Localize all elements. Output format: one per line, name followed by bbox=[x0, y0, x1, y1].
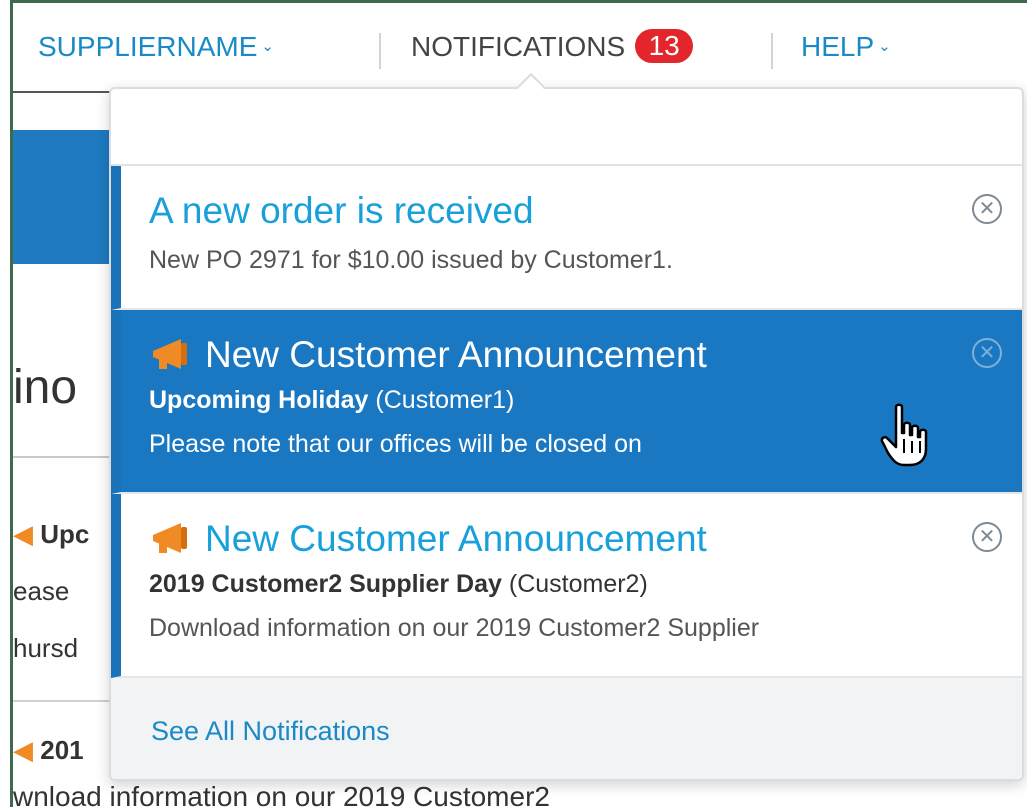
dismiss-notification-button[interactable]: ✕ bbox=[972, 194, 1002, 224]
background-list-item-title: 201 bbox=[40, 735, 84, 765]
notifications-menu-label: NOTIFICATIONS bbox=[411, 31, 626, 62]
close-icon: ✕ bbox=[978, 342, 996, 364]
background-blue-tile bbox=[13, 130, 123, 264]
nav-separator bbox=[379, 33, 381, 69]
notifications-menu[interactable]: NOTIFICATIONS 13 bbox=[411, 29, 694, 65]
megaphone-icon: ◀ bbox=[13, 519, 33, 549]
notifications-count-badge: 13 bbox=[635, 29, 694, 63]
notification-title: A new order is received bbox=[149, 190, 534, 231]
hand-cursor-icon bbox=[880, 403, 928, 467]
see-all-notifications-link[interactable]: See All Notifications bbox=[151, 714, 390, 748]
close-icon: ✕ bbox=[978, 198, 996, 220]
megaphone-icon bbox=[153, 339, 187, 369]
top-navigation: SUPPLIERNAME ⌄ NOTIFICATIONS 13 HELP ⌄ bbox=[13, 3, 1027, 93]
notification-title: New Customer Announcement bbox=[149, 334, 707, 376]
background-list-item: ◀ 201 bbox=[13, 732, 123, 768]
close-icon: ✕ bbox=[978, 526, 996, 548]
notification-subject: 2019 Customer2 Supplier Day (Customer2) bbox=[149, 570, 648, 598]
notification-body: New PO 2971 for $10.00 issued by Custome… bbox=[149, 246, 673, 274]
background-list-item-title: Upc bbox=[40, 519, 90, 549]
dropdown-footer: See All Notifications bbox=[111, 678, 1022, 779]
help-menu[interactable]: HELP ⌄ bbox=[801, 29, 891, 65]
header-underline bbox=[13, 91, 113, 93]
megaphone-icon: ◀ bbox=[13, 735, 33, 765]
background-list-item-text: hursd bbox=[13, 633, 79, 663]
supplier-menu[interactable]: SUPPLIERNAME ⌄ bbox=[38, 29, 274, 65]
supplier-menu-label: SUPPLIERNAME bbox=[38, 31, 258, 62]
notification-item[interactable]: A new order is received New PO 2971 for … bbox=[111, 166, 1022, 310]
dismiss-notification-button[interactable]: ✕ bbox=[972, 338, 1002, 368]
nav-separator bbox=[771, 33, 773, 69]
background-bottom-text: wnload information on our 2019 Customer2 bbox=[13, 782, 550, 807]
background-list-item: ◀ Upc bbox=[13, 516, 123, 552]
chevron-down-icon: ⌄ bbox=[878, 38, 891, 55]
megaphone-icon bbox=[153, 523, 187, 553]
background-heading: ino bbox=[13, 361, 78, 414]
notification-title: New Customer Announcement bbox=[149, 518, 707, 560]
notification-body: Please note that our offices will be clo… bbox=[149, 430, 642, 458]
notification-subject: Upcoming Holiday (Customer1) bbox=[149, 386, 515, 414]
background-divider bbox=[13, 700, 123, 702]
background-list-item-text: ease bbox=[13, 576, 70, 606]
notification-body: Download information on our 2019 Custome… bbox=[149, 614, 760, 642]
help-menu-label: HELP bbox=[801, 31, 875, 62]
dismiss-notification-button[interactable]: ✕ bbox=[972, 522, 1002, 552]
chevron-down-icon: ⌄ bbox=[261, 38, 274, 55]
notification-item[interactable]: New Customer Announcement 2019 Customer2… bbox=[111, 494, 1022, 678]
background-divider bbox=[13, 456, 123, 458]
